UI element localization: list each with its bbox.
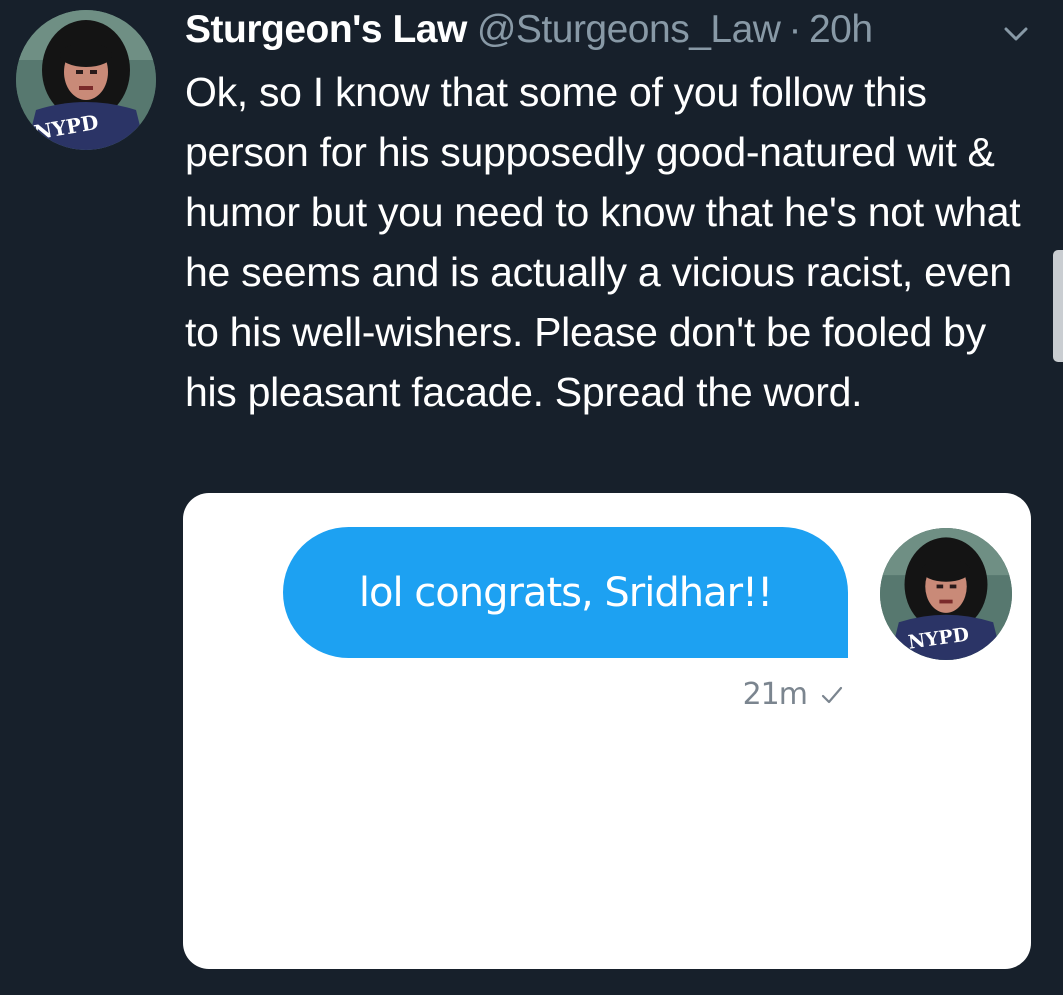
sender-avatar: NYPD [880, 528, 1012, 660]
tweet-timestamp[interactable]: 20h [809, 8, 873, 52]
user-avatar[interactable]: NYPD [16, 10, 156, 150]
chevron-down-icon[interactable] [1000, 22, 1032, 46]
avatar-photo: NYPD [880, 528, 1012, 660]
user-handle[interactable]: @Sturgeons_Law [477, 8, 781, 52]
message-time: 21m [742, 677, 808, 712]
scrollbar[interactable] [1053, 250, 1063, 362]
display-name[interactable]: Sturgeon's Law [185, 8, 467, 52]
tweet[interactable]: NYPD Sturgeon's Law @Sturgeons_Law · 20h… [0, 0, 1063, 995]
tweet-text: Ok, so I know that some of you follow th… [185, 69, 1021, 415]
separator-dot: · [788, 8, 801, 51]
message-bubble: lol congrats, Sridhar!! [283, 527, 848, 658]
media-card[interactable]: lol congrats, Sridhar!! NYPD 21m [183, 493, 1031, 969]
avatar-photo: NYPD [16, 10, 156, 150]
message-text: lol congrats, Sridhar!! [358, 569, 773, 616]
check-icon [821, 686, 843, 703]
message-meta: 21m [703, 677, 843, 712]
tweet-header: Sturgeon's Law @Sturgeons_Law · 20h [185, 8, 873, 58]
